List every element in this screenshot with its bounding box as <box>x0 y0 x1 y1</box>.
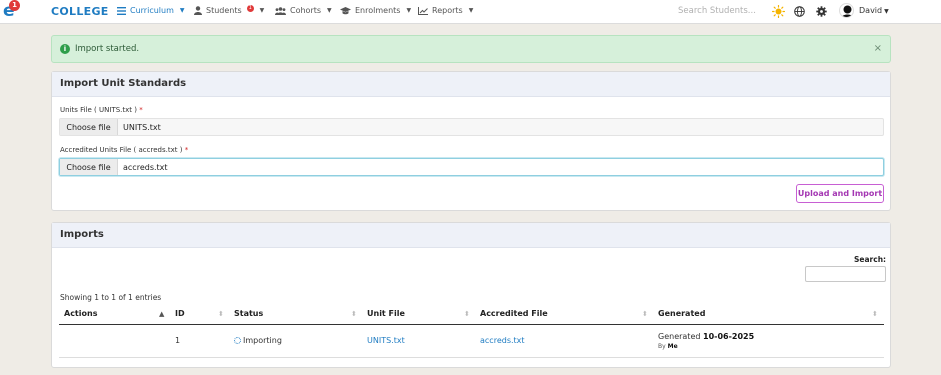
imports-title: Imports <box>52 223 890 248</box>
nav-cohorts-label: Cohorts <box>290 6 322 15</box>
generated-prefix: Generated <box>658 332 701 341</box>
required-mark: * <box>139 106 143 114</box>
row-generated: Generated 10-06-2025 <box>658 332 754 341</box>
user-avatar-icon <box>841 5 853 17</box>
chevron-down-icon: ▼ <box>179 7 185 14</box>
row-accredited-file-link[interactable]: accreds.txt <box>480 336 525 345</box>
alert-message: Import started. <box>75 44 140 54</box>
units-file-label: Units File ( UNITS.txt ) * <box>60 106 143 114</box>
generated-date: 10-06-2025 <box>703 332 755 341</box>
graduation-cap-icon <box>340 6 351 14</box>
student-search-input[interactable]: Search Students... <box>678 6 756 16</box>
nav-cohorts[interactable]: Cohorts ▼ <box>275 6 332 15</box>
spinner-icon <box>234 337 241 344</box>
column-header-status[interactable]: Status <box>234 309 263 318</box>
close-icon[interactable]: × <box>874 43 882 54</box>
units-file-label-text: Units File ( UNITS.txt ) <box>60 106 137 114</box>
sort-icon[interactable]: ⬍ <box>218 310 224 318</box>
units-file-input[interactable]: Choose file UNITS.txt <box>59 118 884 136</box>
column-header-accredited-file[interactable]: Accredited File <box>480 309 548 318</box>
imports-card: Imports Search: Showing 1 to 1 of 1 entr… <box>51 222 891 368</box>
chevron-down-icon: ▼ <box>327 7 332 14</box>
theme-toggle[interactable] <box>771 4 785 18</box>
upload-and-import-button[interactable]: Upload and Import <box>796 184 884 203</box>
accreds-file-label-text: Accredited Units File ( accreds.txt ) <box>60 146 183 154</box>
globe-icon <box>793 5 805 17</box>
table-row-divider <box>59 357 884 358</box>
column-header-unit-file[interactable]: Unit File <box>367 309 405 318</box>
chevron-down-icon: ▼ <box>406 7 412 14</box>
sort-icon[interactable]: ⬍ <box>872 310 878 318</box>
success-alert: i Import started. × <box>51 35 891 63</box>
students-badge: 1 <box>246 4 254 12</box>
sun-icon <box>771 4 785 18</box>
chevron-down-icon: ▼ <box>468 7 474 14</box>
by-prefix: By <box>658 343 666 350</box>
user-name: David <box>859 6 883 15</box>
import-form-card: Import Unit Standards Units File ( UNITS… <box>51 71 891 211</box>
column-header-id[interactable]: ID <box>175 309 185 318</box>
required-mark: * <box>184 146 189 154</box>
accreds-file-name: accreds.txt <box>123 163 168 172</box>
gear-icon <box>815 5 827 17</box>
nav-students[interactable]: Students 1 ▼ <box>194 4 265 15</box>
row-status: Importing <box>234 336 282 345</box>
table-search-label: Search: <box>854 255 887 264</box>
sort-icon[interactable]: ⬍ <box>351 310 357 318</box>
sort-icon[interactable]: ⬍ <box>464 310 470 318</box>
row-unit-file-link[interactable]: UNITS.txt <box>367 336 405 345</box>
logo[interactable]: e 1 <box>2 0 20 21</box>
nav-students-label: Students <box>206 6 242 15</box>
table-search-input[interactable] <box>805 266 886 282</box>
nav-reports-label: Reports <box>432 6 463 15</box>
user-menu[interactable]: David ▼ <box>859 6 889 15</box>
accreds-file-label: Accredited Units File ( accreds.txt ) * <box>60 146 188 154</box>
users-icon <box>275 6 286 15</box>
column-header-generated[interactable]: Generated <box>658 309 705 318</box>
units-file-name: UNITS.txt <box>123 123 161 132</box>
chevron-down-icon: ▼ <box>259 7 265 14</box>
import-form-title: Import Unit Standards <box>52 72 890 97</box>
units-choose-file-button[interactable]: Choose file <box>60 119 118 135</box>
info-icon: i <box>60 44 70 54</box>
sort-asc-icon[interactable]: ▲ <box>159 310 164 318</box>
chart-line-icon <box>418 6 428 15</box>
brand-name[interactable]: COLLEGE <box>51 5 109 18</box>
language-button[interactable] <box>792 4 806 18</box>
column-header-actions[interactable]: Actions <box>64 309 97 318</box>
sort-icon[interactable]: ⬍ <box>642 310 648 318</box>
top-navbar: e 1 COLLEGE Curriculum ▼ Students 1 ▼ Coh… <box>0 0 941 24</box>
by-user: Me <box>667 343 678 350</box>
chevron-down-icon: ▼ <box>884 8 889 15</box>
avatar[interactable] <box>839 3 854 18</box>
settings-button[interactable] <box>814 4 828 18</box>
accreds-choose-file-button[interactable]: Choose file <box>60 159 118 175</box>
nav-curriculum-label: Curriculum <box>130 6 174 15</box>
row-id: 1 <box>175 336 181 345</box>
nav-enrolments[interactable]: Enrolments ▼ <box>340 6 411 15</box>
row-generated-by: By Me <box>658 343 678 350</box>
nav-enrolments-label: Enrolments <box>355 6 401 15</box>
nav-curriculum[interactable]: Curriculum ▼ <box>117 6 185 15</box>
row-status-text: Importing <box>243 336 282 345</box>
user-icon <box>194 6 202 15</box>
notification-badge: 1 <box>9 0 20 11</box>
accreds-file-input[interactable]: Choose file accreds.txt <box>59 158 884 176</box>
list-icon <box>117 6 126 15</box>
nav-reports[interactable]: Reports ▼ <box>418 6 473 15</box>
table-header-divider <box>59 324 884 325</box>
entries-info: Showing 1 to 1 of 1 entries <box>60 293 162 302</box>
